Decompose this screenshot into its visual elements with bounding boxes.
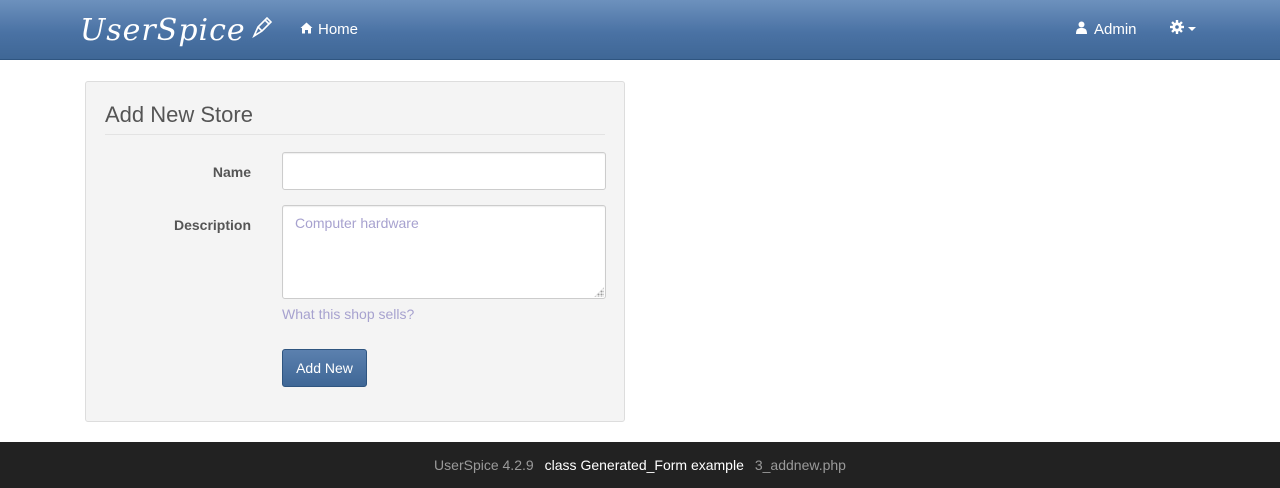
brand-text: UserSpice — [80, 12, 246, 48]
description-label: Description — [173, 217, 251, 233]
nav-home-label: Home — [318, 20, 359, 38]
settings-dropdown[interactable] — [1170, 0, 1196, 58]
name-label: Name — [212, 164, 251, 180]
description-help-text: What this shop sells? — [282, 306, 415, 322]
page-title: Add New Store — [105, 102, 605, 135]
pen-icon — [250, 13, 274, 48]
nav-home-link[interactable]: Home — [300, 0, 358, 58]
home-icon — [300, 21, 313, 38]
top-navbar: UserSpice Home Admin — [0, 0, 1280, 60]
nav-user-menu[interactable]: Admin — [1076, 0, 1137, 58]
user-icon — [1076, 21, 1087, 38]
add-new-button[interactable]: Add New — [282, 349, 367, 387]
footer: UserSpice 4.2.9 class Generated_Form exa… — [0, 442, 1280, 488]
footer-example: class Generated_Form example — [544, 457, 744, 473]
description-field[interactable] — [282, 205, 606, 299]
brand-logo[interactable]: UserSpice — [80, 10, 274, 50]
footer-filename: 3_addnew.php — [754, 457, 846, 473]
chevron-down-icon — [1188, 27, 1196, 31]
name-field[interactable] — [282, 152, 606, 190]
nav-user-label: Admin — [1094, 20, 1137, 38]
add-store-panel: Add New Store Name Description What this… — [85, 81, 625, 422]
gear-icon — [1170, 19, 1184, 39]
footer-version: UserSpice 4.2.9 — [434, 457, 534, 473]
